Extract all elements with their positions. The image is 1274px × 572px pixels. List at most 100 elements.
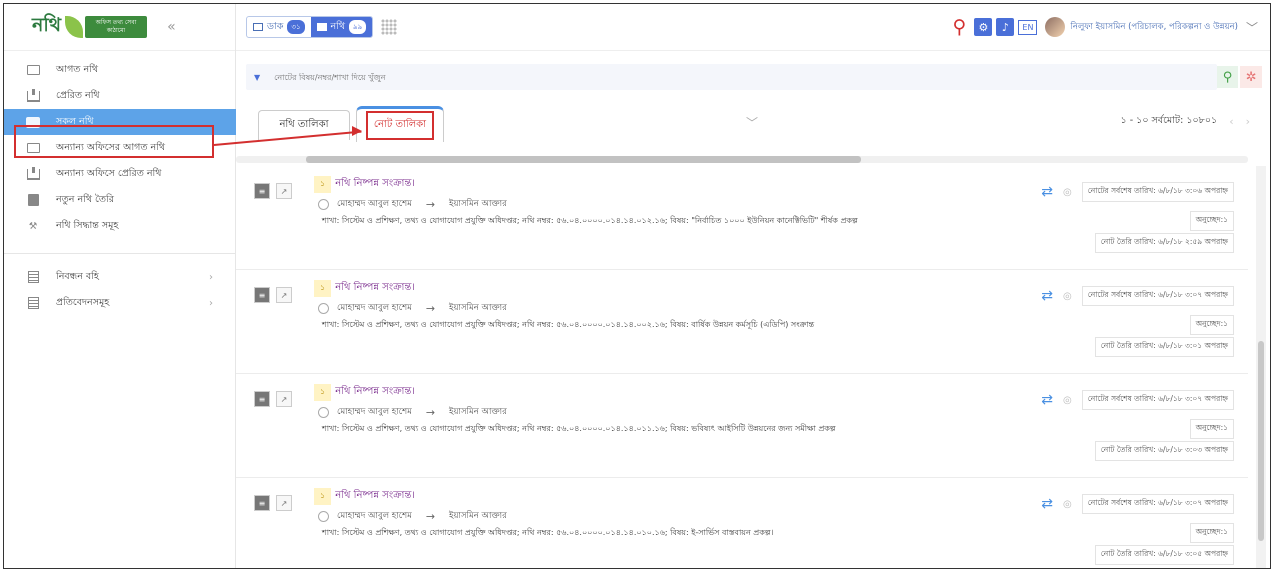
mail-icon <box>253 23 263 31</box>
sidebar-item-register[interactable]: নিবন্ধন বহি › <box>4 264 235 290</box>
eye-icon[interactable]: ◎ <box>1063 499 1072 510</box>
eye-icon[interactable]: ◎ <box>1063 395 1072 406</box>
row-actions: ≡ ↗ <box>254 391 298 407</box>
prev-page-icon[interactable]: ‹ <box>1229 115 1233 128</box>
note-number: ১ <box>314 176 332 193</box>
sync-icon[interactable]: ⇄ <box>1041 392 1053 408</box>
open-external-icon[interactable]: ↗ <box>276 183 292 199</box>
chevron-right-icon: › <box>209 271 213 283</box>
sidebar-item-reports[interactable]: প্রতিবেদনসমূহ › <box>4 290 235 316</box>
note-route: মোহাম্মদ আবুল হাশেম → ইয়াসমিন আক্তার <box>318 197 507 211</box>
note-title-text[interactable]: নথি নিষ্পন্ন সংক্রান্ত। <box>335 280 415 297</box>
list-item[interactable]: ≡ ↗ ১ নথি নিষ্পন্ন সংক্রান্ত। মোহাম্মদ আ… <box>236 270 1248 374</box>
caret-down-icon[interactable]: ▼ <box>254 73 260 82</box>
onuchhed-chip: অনুচ্ছেদ:১ <box>1189 315 1234 335</box>
arrow-right-icon: → <box>425 509 436 523</box>
note-meta: ⇄ ◎ নোটের সর্বশেষ তারিখ: ৬/৮/১৮ ৩:০৬ অপর… <box>1041 182 1234 202</box>
sidebar-item-new[interactable]: নতুন নথি তৈরি <box>4 187 235 213</box>
sync-icon[interactable]: ⇄ <box>1041 496 1053 512</box>
pagination: ১ - ১০ সর্বমোট: ১০৮০১ ‹ › <box>1121 114 1250 129</box>
search-icon[interactable]: ⚲ <box>952 16 966 38</box>
scrollbar-thumb[interactable] <box>1258 341 1264 541</box>
user-name[interactable]: নিলুফা ইয়াসমিন (পরিচালক, পরিকল্পনা ও উন… <box>1070 20 1238 34</box>
vertical-scrollbar[interactable] <box>1256 166 1266 568</box>
top-bar: ডাক ৩১ নথি ৯৯ ⚲ ⚙ ♪ EN নিলুফা ইয়াসমিন (… <box>236 4 1270 51</box>
note-title-text[interactable]: নথি নিষ্পন্ন সংক্রান্ত। <box>335 176 415 193</box>
eye-icon[interactable]: ◎ <box>1063 187 1072 198</box>
tab-note-list[interactable]: নোট তালিকা <box>356 106 444 142</box>
sidebar-item-other-sent[interactable]: অন্যান্য অফিসে প্রেরিত নথি <box>4 161 235 187</box>
search-input[interactable] <box>274 72 1125 82</box>
document-icon[interactable]: ≡ <box>254 287 270 303</box>
receiver-name: ইয়াসমিন আক্তার <box>449 303 507 313</box>
document-icon[interactable]: ≡ <box>254 391 270 407</box>
apps-grid-icon[interactable] <box>381 19 398 35</box>
chevron-down-icon[interactable]: ﹀ <box>746 114 758 131</box>
gavel-icon: ⚒ <box>28 220 38 232</box>
note-number: ১ <box>314 488 332 505</box>
sidebar-item-label: নথি সিদ্ধান্ত সমূহ <box>56 219 119 231</box>
row-actions: ≡ ↗ <box>254 287 298 303</box>
document-icon[interactable]: ≡ <box>254 495 270 511</box>
logo-leaf-icon <box>65 16 83 38</box>
arrow-right-icon: → <box>425 197 436 211</box>
horizontal-scrollbar[interactable] <box>236 156 1248 163</box>
note-title: ১ নথি নিষ্পন্ন সংক্রান্ত। <box>314 488 415 505</box>
sidebar-item-label: প্রেরিত নথি <box>56 89 100 101</box>
upload-tray-icon <box>26 88 40 102</box>
tab-note-list-label: নোট তালিকা <box>365 111 435 140</box>
bell-icon[interactable]: ♪ <box>996 18 1015 36</box>
sidebar-item-label: অন্যান্য অফিসে প্রেরিত নথি <box>56 167 162 179</box>
sync-icon[interactable]: ⇄ <box>1041 288 1053 304</box>
note-route: মোহাম্মদ আবুল হাশেম → ইয়াসমিন আক্তার <box>318 509 507 523</box>
nothi-tab[interactable]: নথি ৯৯ <box>310 17 373 37</box>
inbox-icon <box>26 64 40 76</box>
tabs-row: নথি তালিকা নোট তালিকা ﹀ ১ - ১০ সর্বমোট: … <box>236 104 1270 144</box>
sync-icon[interactable]: ⇄ <box>1041 184 1053 200</box>
list-item[interactable]: ≡ ↗ ১ নথি নিষ্পন্ন সংক্রান্ত। মোহাম্মদ আ… <box>236 478 1248 568</box>
settings-gear-icon[interactable]: ⚙ <box>974 18 993 36</box>
arrow-right-icon: → <box>425 301 436 315</box>
note-title: ১ নথি নিষ্পন্ন সংক্রান্ত। <box>314 384 415 401</box>
list-item[interactable]: ≡ ↗ ১ নথি নিষ্পন্ন সংক্রান্ত। মোহাম্মদ আ… <box>236 166 1248 270</box>
sidebar-item-sent[interactable]: প্রেরিত নথি <box>4 83 235 109</box>
annotation-highlight-box <box>14 125 214 158</box>
search-icon[interactable]: ⚲ <box>1216 66 1239 88</box>
onuchhed-chip: অনুচ্ছেদ:১ <box>1189 211 1234 231</box>
sidebar-item-label: নিবন্ধন বহি <box>56 270 99 282</box>
next-page-icon[interactable]: › <box>1246 115 1250 128</box>
sidebar-item-label: প্রতিবেদনসমূহ <box>56 296 110 308</box>
logo-row: নথি অফিস তথ্য সেবা কাঠামো « <box>4 4 235 51</box>
note-description: শাখা: সিস্টেম ও প্রশিক্ষণ, তথ্য ও যোগাযো… <box>322 424 836 433</box>
sidebar-item-decisions[interactable]: ⚒ নথি সিদ্ধান্ত সমূহ <box>4 213 235 239</box>
advanced-search-icon[interactable]: ✲ <box>1240 66 1262 88</box>
chevron-down-icon[interactable]: ﹀ <box>1246 19 1258 36</box>
eye-icon[interactable]: ◎ <box>1063 291 1072 302</box>
last-date-chip: নোটের সর্বশেষ তারিখ: ৬/৮/১৮ ৩:০৭ অপরাহ্ন <box>1081 286 1234 306</box>
note-route: মোহাম্মদ আবুল হাশেম → ইয়াসমিন আক্তার <box>318 301 507 315</box>
note-route: মোহাম্মদ আবুল হাশেম → ইয়াসমিন আক্তার <box>318 405 507 419</box>
note-title-text[interactable]: নথি নিষ্পন্ন সংক্রান্ত। <box>335 384 415 401</box>
sidebar-item-incoming[interactable]: আগত নথি <box>4 57 235 83</box>
document-icon[interactable]: ≡ <box>254 183 270 199</box>
scrollbar-thumb[interactable] <box>306 156 861 163</box>
onuchhed-chip: অনুচ্ছেদ:১ <box>1189 419 1234 439</box>
row-actions: ≡ ↗ <box>254 495 298 511</box>
open-external-icon[interactable]: ↗ <box>276 391 292 407</box>
note-title-text[interactable]: নথি নিষ্পন্ন সংক্রান্ত। <box>335 488 415 505</box>
dak-tab[interactable]: ডাক ৩১ <box>247 17 310 37</box>
avatar[interactable] <box>1045 17 1066 37</box>
onuchhed-chip: অনুচ্ছেদ:১ <box>1189 523 1234 543</box>
receiver-name: ইয়াসমিন আক্তার <box>449 199 507 209</box>
language-toggle[interactable]: EN <box>1018 19 1038 35</box>
sender-name: মোহাম্মদ আবুল হাশেম <box>337 199 412 209</box>
collapse-sidebar-button[interactable]: « <box>167 19 176 35</box>
list-item[interactable]: ≡ ↗ ১ নথি নিষ্পন্ন সংক্রান্ত। মোহাম্মদ আ… <box>236 374 1248 478</box>
person-icon <box>318 406 329 418</box>
note-number: ১ <box>314 384 332 401</box>
note-description: শাখা: সিস্টেম ও প্রশিক্ষণ, তথ্য ও যোগাযো… <box>322 528 774 537</box>
open-external-icon[interactable]: ↗ <box>276 287 292 303</box>
created-date-chip: নোট তৈরি তারিখ: ৬/৮/১৮ ৩:০৩ অপরাহ্ন <box>1094 441 1234 461</box>
open-external-icon[interactable]: ↗ <box>276 495 292 511</box>
new-document-icon <box>26 194 40 206</box>
